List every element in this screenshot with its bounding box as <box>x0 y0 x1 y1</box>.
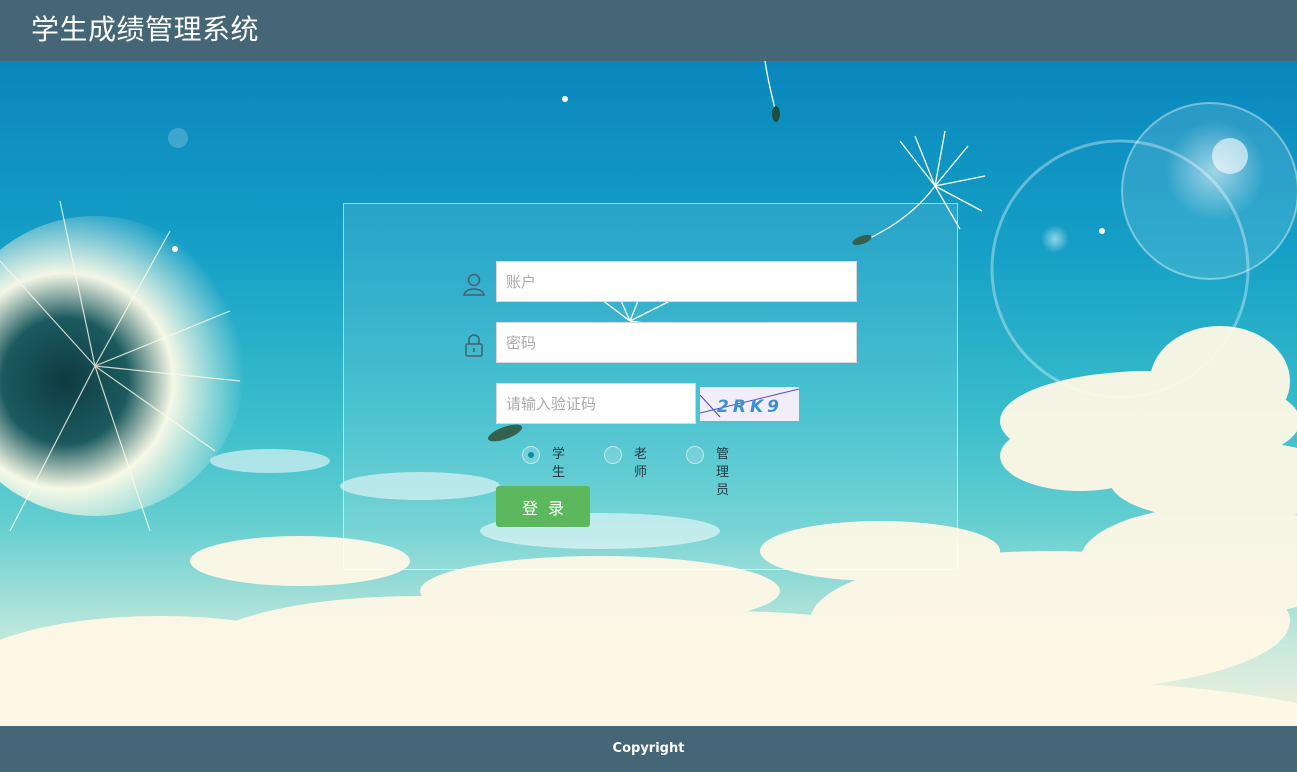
captcha-image[interactable]: 2RK9 <box>699 387 800 421</box>
role-label-student: 学生 <box>552 447 566 480</box>
role-radio-admin[interactable] <box>686 446 704 464</box>
login-panel: 2RK9 学生 老师 管理员 登录 <box>343 203 958 570</box>
lock-icon <box>461 332 487 358</box>
login-button[interactable]: 登录 <box>496 486 590 527</box>
top-bar: 学生成绩管理系统 <box>0 0 1297 61</box>
app-title: 学生成绩管理系统 <box>31 13 260 46</box>
role-radio-student[interactable] <box>522 446 540 464</box>
captcha-input[interactable] <box>496 383 696 424</box>
footer: Copyright <box>0 726 1297 772</box>
captcha-glyphs: 2RK9 <box>699 388 800 418</box>
role-label-admin: 管理员 <box>716 447 730 498</box>
role-radio-teacher[interactable] <box>604 446 622 464</box>
user-icon <box>461 271 487 297</box>
copyright-text: Copyright <box>612 741 685 756</box>
role-label-teacher: 老师 <box>634 447 648 480</box>
password-input[interactable] <box>496 322 857 363</box>
account-input[interactable] <box>496 261 857 302</box>
radio-selected-dot <box>528 452 534 458</box>
svg-text:2RK9: 2RK9 <box>717 397 783 417</box>
